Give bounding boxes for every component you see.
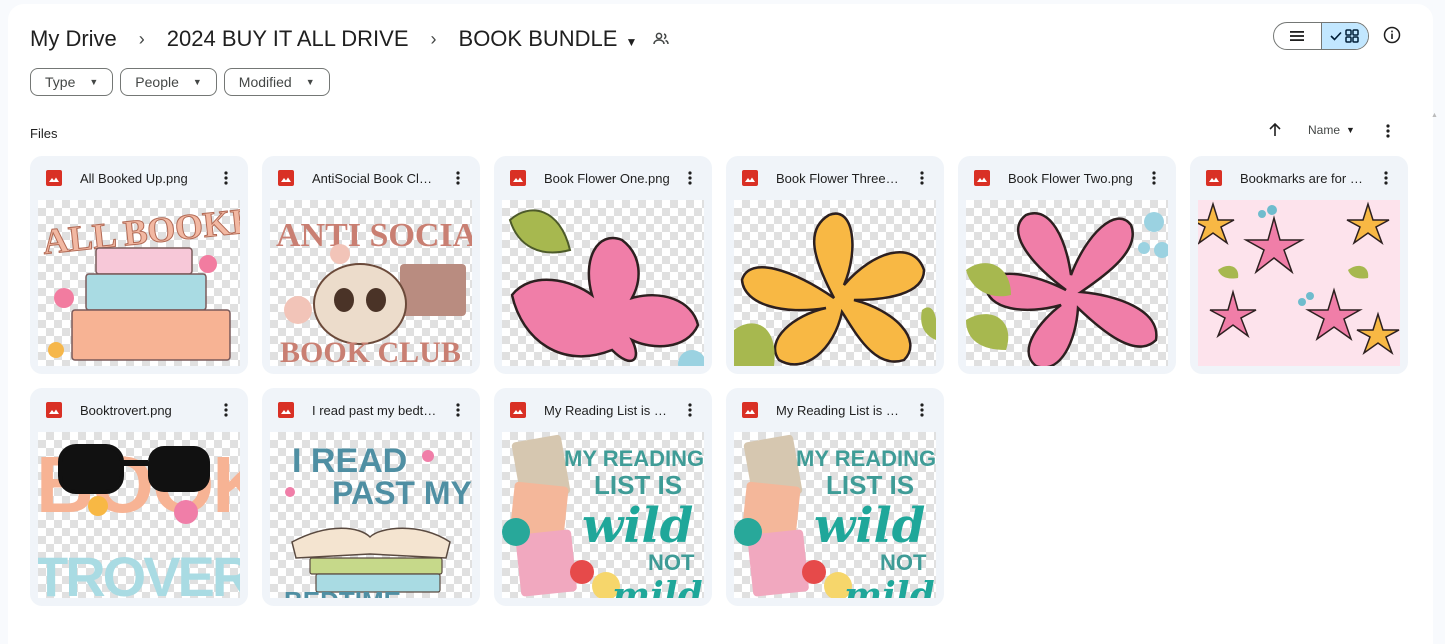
file-name: My Reading List is Wild.png	[544, 402, 670, 418]
breadcrumb-my-drive[interactable]: My Drive	[30, 22, 117, 56]
drive-main-panel: My Drive › 2024 BUY IT ALL DRIVE › BOOK …	[8, 4, 1438, 644]
file-thumbnail: ALL BOOKED UP	[38, 200, 240, 366]
file-name: Booktrovert.png	[80, 402, 172, 418]
breadcrumb-separator: ›	[138, 28, 145, 49]
image-file-icon	[278, 170, 294, 186]
filter-people-label: People	[135, 74, 179, 90]
thumb-text: NOT	[648, 550, 695, 575]
file-name: Book Flower Three.png	[776, 170, 902, 186]
thumb-text: BOOK CLUB	[280, 336, 461, 366]
scrollbar-up-arrow[interactable]: ▲	[1431, 112, 1438, 119]
more-vert-icon[interactable]	[446, 166, 470, 190]
breadcrumb-current-folder[interactable]: BOOK BUNDLE ▼	[459, 22, 638, 56]
thumb-text: MY READING	[796, 446, 936, 471]
thumb-text: wild	[814, 498, 925, 554]
breadcrumb: My Drive › 2024 BUY IT ALL DRIVE › BOOK …	[30, 22, 671, 56]
file-name: Bookmarks are for quitters.png	[1240, 170, 1366, 186]
file-thumbnail: MY READING LIST IS wild NOT mild	[502, 432, 704, 598]
image-file-icon	[46, 402, 62, 418]
image-file-icon	[46, 170, 62, 186]
thumb-text: TROVERT	[38, 545, 240, 598]
more-vert-icon[interactable]	[1380, 122, 1396, 140]
caret-down-icon: ▼	[192, 77, 202, 87]
file-card[interactable]: Book Flower Three.png	[726, 156, 944, 374]
breadcrumb-separator: ›	[430, 28, 437, 49]
image-file-icon	[742, 402, 758, 418]
more-vert-icon[interactable]	[678, 166, 702, 190]
caret-down-icon: ▼	[305, 77, 315, 87]
image-file-icon	[742, 170, 758, 186]
file-thumbnail: I READ PAST MY BEDTIME	[270, 432, 472, 598]
thumb-text: LIST IS	[594, 470, 682, 500]
more-vert-icon[interactable]	[910, 166, 934, 190]
shared-folder-icon[interactable]	[651, 29, 671, 49]
breadcrumb-parent-folder[interactable]: 2024 BUY IT ALL DRIVE	[167, 22, 409, 56]
file-card[interactable]: Book Flower One.png	[494, 156, 712, 374]
sort-by-label: Name	[1308, 123, 1341, 137]
filter-type-label: Type	[45, 74, 76, 90]
file-thumbnail	[1198, 200, 1400, 366]
file-card[interactable]: I read past my bedtime.png I READ PAST M…	[262, 388, 480, 606]
filter-modified-label: Modified	[238, 74, 292, 90]
file-thumbnail: ANTI SOCIAL BOOK CLUB	[270, 200, 472, 366]
thumb-text: mild	[612, 575, 703, 598]
file-thumbnail	[502, 200, 704, 366]
image-file-icon	[974, 170, 990, 186]
file-thumbnail: BOOK TROVERT	[38, 432, 240, 598]
thumb-text: PAST MY	[332, 475, 472, 511]
thumb-text: MY READING	[564, 446, 704, 471]
file-name: All Booked Up.png	[80, 170, 188, 186]
caret-down-icon: ▼	[89, 77, 99, 87]
file-name: Book Flower One.png	[544, 170, 670, 186]
file-thumbnail	[966, 200, 1168, 366]
more-vert-icon[interactable]	[1374, 166, 1398, 190]
file-card[interactable]: My Reading List is Wild.png MY READING L…	[494, 388, 712, 606]
thumb-text: wild	[582, 498, 693, 554]
thumb-text: LIST IS	[826, 470, 914, 500]
files-section-label: Files	[30, 126, 58, 141]
grid-view-button[interactable]	[1320, 23, 1368, 49]
thumb-text: NOT	[880, 550, 927, 575]
file-card[interactable]: All Booked Up.png ALL BOOKED UP	[30, 156, 248, 374]
sort-by-button[interactable]: Name ▼	[1308, 123, 1355, 137]
view-toggle	[1273, 22, 1369, 50]
filter-chips: Type ▼ People ▼ Modified ▼	[30, 68, 330, 96]
list-view-icon	[1290, 31, 1305, 41]
grid-view-icon	[1330, 29, 1359, 43]
file-thumbnail: MY READING LIST IS wild NOT mild	[734, 432, 936, 598]
file-thumbnail	[734, 200, 936, 366]
more-vert-icon[interactable]	[214, 166, 238, 190]
more-vert-icon[interactable]	[214, 398, 238, 422]
file-card[interactable]: Bookmarks are for quitters.png	[1190, 156, 1408, 374]
file-name: I read past my bedtime.png	[312, 402, 438, 418]
thumb-text: mild	[844, 575, 935, 598]
file-card[interactable]: Book Flower Two.png	[958, 156, 1176, 374]
file-name: Book Flower Two.png	[1008, 170, 1133, 186]
file-card[interactable]: Booktrovert.png BOOK TROVERT	[30, 388, 248, 606]
image-file-icon	[278, 402, 294, 418]
filter-people[interactable]: People ▼	[120, 68, 217, 96]
file-name: My Reading List is Wild 2.png	[776, 402, 902, 418]
more-vert-icon[interactable]	[1142, 166, 1166, 190]
info-icon[interactable]	[1383, 26, 1403, 46]
file-card[interactable]: My Reading List is Wild 2.png MY READING…	[726, 388, 944, 606]
image-file-icon	[1206, 170, 1222, 186]
image-file-icon	[510, 170, 526, 186]
image-file-icon	[510, 402, 526, 418]
list-view-button[interactable]	[1274, 23, 1321, 49]
more-vert-icon[interactable]	[678, 398, 702, 422]
more-vert-icon[interactable]	[910, 398, 934, 422]
arrow-up-icon[interactable]	[1268, 122, 1286, 140]
file-grid: All Booked Up.png ALL BOOKED UP AntiSoci…	[30, 156, 1408, 606]
caret-down-icon: ▼	[1346, 125, 1355, 135]
current-folder-label: BOOK BUNDLE	[458, 26, 618, 51]
thumb-text: BEDTIME	[284, 586, 401, 598]
filter-modified[interactable]: Modified ▼	[223, 68, 330, 96]
thumb-text: ANTI SOCIAL	[276, 217, 472, 254]
caret-down-icon: ▼	[625, 35, 638, 49]
filter-type[interactable]: Type ▼	[30, 68, 114, 96]
file-name: AntiSocial Book Club.png	[312, 170, 438, 186]
file-card[interactable]: AntiSocial Book Club.png ANTI SOCIAL BOO…	[262, 156, 480, 374]
more-vert-icon[interactable]	[446, 398, 470, 422]
